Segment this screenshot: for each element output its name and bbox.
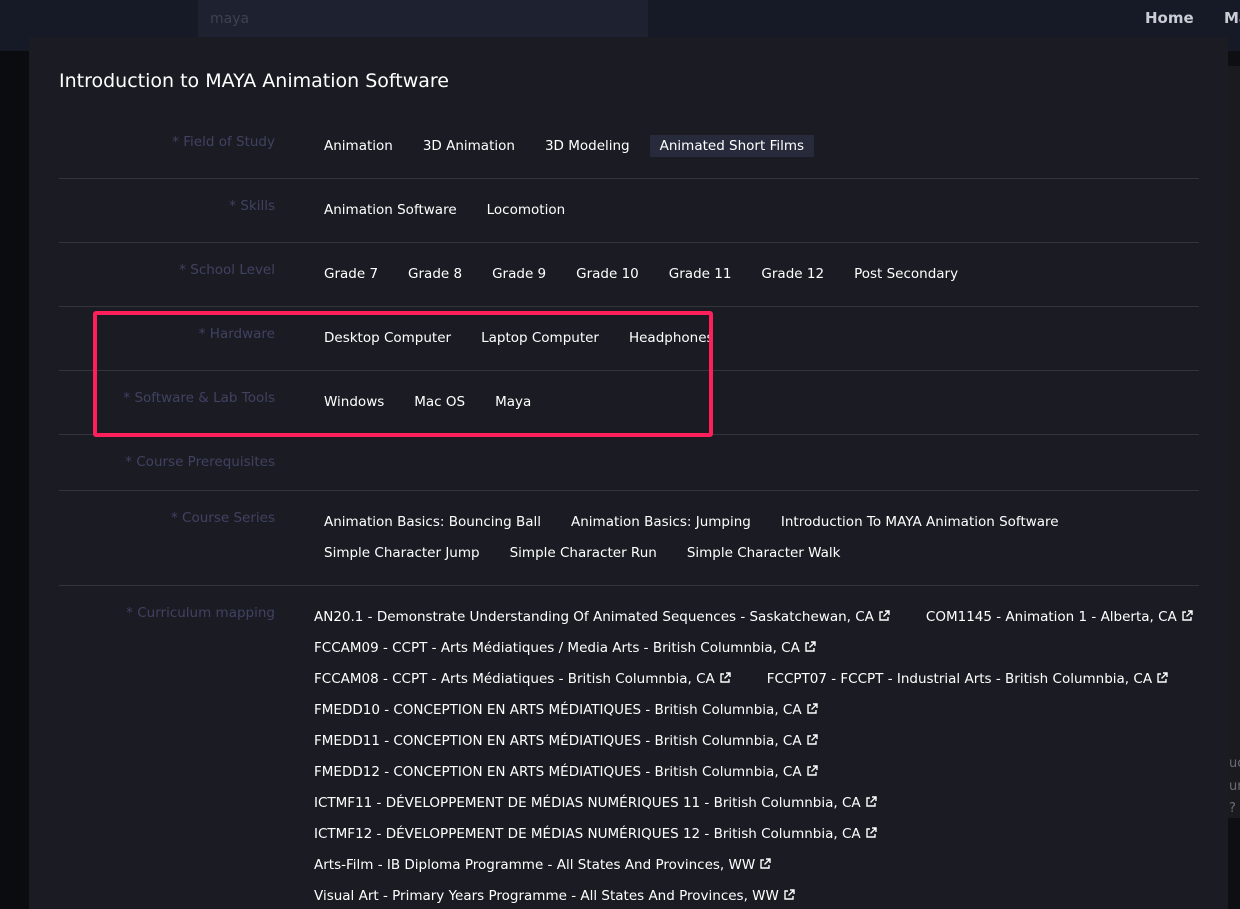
external-link-icon <box>806 734 818 745</box>
tag-laptop-computer[interactable]: Laptop Computer <box>471 327 609 349</box>
tag-grade-10[interactable]: Grade 10 <box>566 263 649 285</box>
nav-truncated-link[interactable]: Ma <box>1224 9 1240 27</box>
external-link-icon <box>879 610 890 621</box>
curriculum-link[interactable]: COM1145 - Animation 1 - Alberta, CA <box>926 606 1193 628</box>
curriculum-link[interactable]: ICTMF11 - DÉVELOPPEMENT DE MÉDIAS NUMÉRI… <box>314 792 877 814</box>
external-link-icon <box>784 889 795 900</box>
tag-animation-software[interactable]: Animation Software <box>314 199 467 221</box>
curriculum-link[interactable]: ICTMF12 - DÉVELOPPEMENT DE MÉDIAS NUMÉRI… <box>314 823 877 845</box>
curriculum-link[interactable]: FCCAM09 - CCPT - Arts Médiatiques / Medi… <box>314 637 816 659</box>
tag-post-secondary[interactable]: Post Secondary <box>844 263 968 285</box>
modal-title: Introduction to MAYA Animation Software <box>59 70 449 92</box>
field-of-study-label: * Field of Study <box>172 134 275 150</box>
series-item[interactable]: Introduction To MAYA Animation Software <box>771 511 1069 533</box>
software-row: * Software & Lab Tools Windows Mac OS Maya <box>59 371 1199 435</box>
course-series-row: * Course Series Animation Basics: Bounci… <box>59 491 1199 586</box>
external-link-icon <box>720 672 731 683</box>
background-text: ur <box>1229 779 1240 794</box>
hardware-label: * Hardware <box>198 326 275 342</box>
series-item[interactable]: Simple Character Run <box>500 542 667 564</box>
tag-grade-11[interactable]: Grade 11 <box>659 263 742 285</box>
skills-row: * Skills Animation Software Locomotion <box>59 179 1199 243</box>
tag-3d-animation[interactable]: 3D Animation <box>413 135 525 157</box>
tag-3d-modeling[interactable]: 3D Modeling <box>535 135 640 157</box>
tag-grade-8[interactable]: Grade 8 <box>398 263 472 285</box>
tag-grade-7[interactable]: Grade 7 <box>314 263 388 285</box>
skills-label: * Skills <box>229 198 275 214</box>
tag-animation[interactable]: Animation <box>314 135 403 157</box>
curriculum-link[interactable]: Arts-Film - IB Diploma Programme - All S… <box>314 854 771 876</box>
prerequisites-label: * Course Prerequisites <box>125 454 275 470</box>
background-image <box>1228 66 1240 818</box>
series-item[interactable]: Animation Basics: Jumping <box>561 511 761 533</box>
school-level-row: * School Level Grade 7 Grade 8 Grade 9 Grad… <box>59 243 1199 307</box>
curriculum-link[interactable]: FMEDD12 - CONCEPTION EN ARTS MÉDIATIQUES… <box>314 761 818 783</box>
field-of-study-row: * Field of Study Animation 3D Animation 3D… <box>59 126 1199 179</box>
nav-home-link[interactable]: Home <box>1145 9 1194 27</box>
external-link-icon <box>865 827 877 838</box>
course-series-label: * Course Series <box>171 510 275 526</box>
tag-mac-os[interactable]: Mac OS <box>404 391 475 413</box>
external-link-icon <box>806 703 818 714</box>
curriculum-link[interactable]: FMEDD11 - CONCEPTION EN ARTS MÉDIATIQUES… <box>314 730 818 752</box>
tag-grade-9[interactable]: Grade 9 <box>482 263 556 285</box>
external-link-icon <box>806 765 818 776</box>
tag-grade-12[interactable]: Grade 12 <box>751 263 834 285</box>
curriculum-link[interactable]: FMEDD10 - CONCEPTION EN ARTS MÉDIATIQUES… <box>314 699 818 721</box>
software-label: * Software & Lab Tools <box>123 390 275 406</box>
curriculum-label: * Curriculum mapping <box>126 605 275 621</box>
background-text: uc <box>1229 756 1240 771</box>
external-link-icon <box>1182 610 1193 621</box>
tag-windows[interactable]: Windows <box>314 391 394 413</box>
tag-locomotion[interactable]: Locomotion <box>477 199 576 221</box>
course-details-modal: Introduction to MAYA Animation Software … <box>29 37 1228 909</box>
prerequisites-row: * Course Prerequisites <box>59 435 1199 491</box>
curriculum-row: * Curriculum mapping AN20.1 - Demonstrat… <box>59 586 1199 909</box>
series-item[interactable]: Simple Character Jump <box>314 542 490 564</box>
background-search-input[interactable]: maya <box>198 0 648 40</box>
curriculum-link[interactable]: FCCPT07 - FCCPT - Industrial Arts - Brit… <box>767 668 1168 690</box>
curriculum-link[interactable]: AN20.1 - Demonstrate Understanding Of An… <box>314 606 890 628</box>
external-link-icon <box>760 858 771 869</box>
background-text: ? <box>1229 801 1236 816</box>
curriculum-link[interactable]: FCCAM08 - CCPT - Arts Médiatiques - Brit… <box>314 668 731 690</box>
tag-animated-short-films[interactable]: Animated Short Films <box>649 135 815 157</box>
tag-headphones[interactable]: Headphones <box>619 327 724 349</box>
series-item[interactable]: Simple Character Walk <box>677 542 851 564</box>
tag-maya[interactable]: Maya <box>485 391 541 413</box>
tag-desktop-computer[interactable]: Desktop Computer <box>314 327 461 349</box>
external-link-icon <box>1157 672 1168 683</box>
external-link-icon <box>865 796 877 807</box>
external-link-icon <box>805 641 816 652</box>
curriculum-link[interactable]: Visual Art - Primary Years Programme - A… <box>314 885 795 907</box>
hardware-row: * Hardware Desktop Computer Laptop Comput… <box>59 307 1199 371</box>
series-item[interactable]: Animation Basics: Bouncing Ball <box>314 511 551 533</box>
school-level-label: * School Level <box>179 262 275 278</box>
